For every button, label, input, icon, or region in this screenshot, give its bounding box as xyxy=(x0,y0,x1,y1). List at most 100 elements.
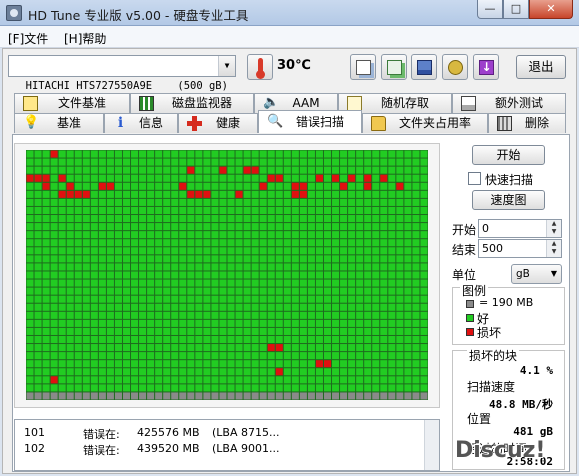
start-field[interactable]: 0 ▲ ▼ xyxy=(478,219,562,238)
block-good xyxy=(307,158,315,166)
block-good xyxy=(380,255,388,263)
block-good xyxy=(388,182,396,190)
menu-help[interactable]: [H]帮助 xyxy=(64,30,106,47)
start-scan-button[interactable]: 开始 xyxy=(472,145,545,165)
log-scrollbar[interactable] xyxy=(424,420,439,470)
block-good xyxy=(323,368,332,376)
block-good xyxy=(299,311,307,319)
speed-map-button[interactable]: 速度图 xyxy=(472,190,545,210)
title-bar[interactable]: HD Tune 专业版 v5.00 - 硬盘专业工具 — □ ✕ xyxy=(0,0,579,26)
maximize-button[interactable]: □ xyxy=(503,0,529,19)
options-button[interactable] xyxy=(442,54,468,80)
drive-selector[interactable]: HITACHI HTS727550A9E (500 gB) ▼ xyxy=(8,55,236,92)
end-field[interactable]: 500 ▲ ▼ xyxy=(478,239,562,258)
quick-scan-checkbox[interactable] xyxy=(468,172,481,185)
block-good xyxy=(372,263,380,271)
block-good xyxy=(235,319,243,327)
block-good xyxy=(323,303,332,311)
tab-file-benchmark[interactable]: 文件基准 xyxy=(14,93,130,113)
block-good xyxy=(380,360,388,368)
block-good xyxy=(348,344,356,352)
block-bad xyxy=(26,174,34,182)
block-good xyxy=(396,352,404,360)
tab-folder-usage[interactable]: 文件夹占用率 xyxy=(362,113,488,133)
block-good xyxy=(315,311,323,319)
block-good xyxy=(155,263,163,271)
spin-arrows-icon[interactable]: ▲ ▼ xyxy=(546,220,561,237)
block-good xyxy=(98,368,106,376)
block-good xyxy=(203,231,211,239)
unit-select[interactable]: gB ▼ xyxy=(511,264,562,284)
block-good xyxy=(356,247,364,255)
block-good xyxy=(98,376,106,384)
block-bad xyxy=(267,174,275,182)
tab-extra-tests[interactable]: 额外测试 xyxy=(452,93,566,113)
block-good xyxy=(26,287,34,295)
block-good xyxy=(267,190,275,198)
block-unscanned xyxy=(364,392,372,400)
block-good xyxy=(211,384,219,392)
block-good xyxy=(323,319,332,327)
block-good xyxy=(42,271,50,279)
block-good xyxy=(332,182,340,190)
log-type: 错误在: xyxy=(83,428,120,441)
close-button[interactable]: ✕ xyxy=(529,0,573,19)
block-good xyxy=(179,344,187,352)
block-good xyxy=(219,319,227,327)
block-good xyxy=(364,327,372,335)
menu-file[interactable]: [F]文件 xyxy=(8,30,48,47)
block-good xyxy=(299,223,307,231)
tab-benchmark[interactable]: 💡 基准 xyxy=(14,113,104,133)
block-good xyxy=(211,239,219,247)
block-good xyxy=(122,327,131,335)
block-good xyxy=(42,384,50,392)
copy-info-button[interactable] xyxy=(350,54,376,80)
block-good xyxy=(211,198,219,206)
block-good xyxy=(74,384,82,392)
block-good xyxy=(114,166,122,174)
quick-scan-label[interactable]: 快速扫描 xyxy=(485,171,533,188)
block-good xyxy=(299,158,307,166)
block-good xyxy=(122,279,131,287)
block-good xyxy=(98,190,106,198)
block-good xyxy=(34,344,42,352)
thermometer-icon[interactable] xyxy=(247,54,273,80)
block-good xyxy=(235,287,243,295)
block-good xyxy=(34,158,42,166)
block-good xyxy=(299,247,307,255)
block-good xyxy=(299,198,307,206)
block-good xyxy=(179,295,187,303)
block-good xyxy=(187,150,195,158)
copy-screenshot-button[interactable] xyxy=(381,54,407,80)
block-good xyxy=(315,327,323,335)
spin-arrows-icon[interactable]: ▲ ▼ xyxy=(546,240,561,257)
download-button[interactable]: ↓ xyxy=(473,54,499,80)
tab-erase[interactable]: 删除 xyxy=(488,113,566,133)
tab-disk-monitor[interactable]: 磁盘监视器 xyxy=(130,93,254,113)
save-button[interactable] xyxy=(411,54,437,80)
block-good xyxy=(98,344,106,352)
block-good xyxy=(66,206,74,215)
block-good xyxy=(26,368,34,376)
block-good xyxy=(139,198,147,206)
block-unscanned xyxy=(412,392,420,400)
block-good xyxy=(163,190,171,198)
block-good xyxy=(195,287,203,295)
block-good xyxy=(380,198,388,206)
block-good xyxy=(251,263,259,271)
save-icon xyxy=(417,60,432,75)
block-good xyxy=(235,215,243,223)
block-good xyxy=(195,255,203,263)
tab-health[interactable]: 健康 xyxy=(178,113,258,133)
block-good xyxy=(315,279,323,287)
exit-button[interactable]: 退出 xyxy=(516,55,566,79)
tab-error-scan[interactable]: 🔍 错误扫描 xyxy=(258,110,362,133)
block-good xyxy=(90,344,98,352)
block-good xyxy=(106,198,114,206)
block-good xyxy=(275,311,283,319)
block-good xyxy=(171,223,179,231)
block-good xyxy=(155,255,163,263)
minimize-button[interactable]: — xyxy=(477,0,503,19)
block-good xyxy=(332,198,340,206)
tab-info[interactable]: i 信息 xyxy=(104,113,178,133)
